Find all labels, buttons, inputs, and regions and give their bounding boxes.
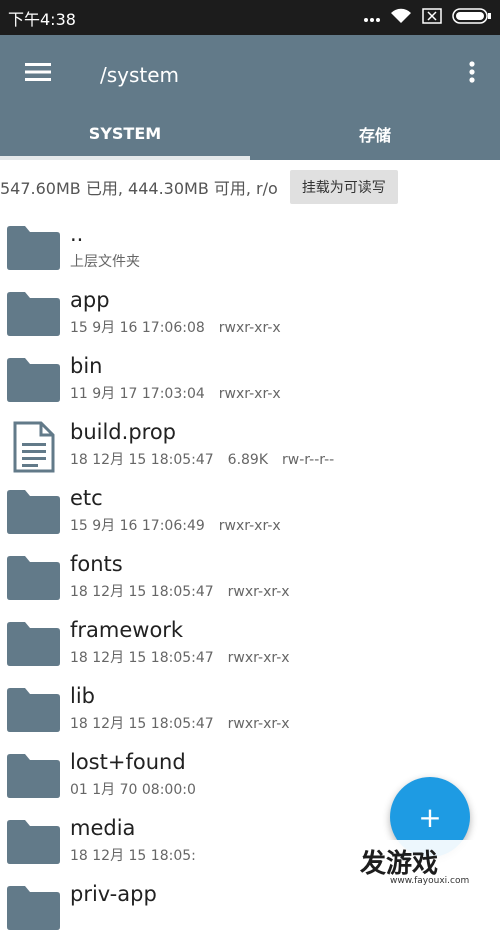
file-meta: 18 12月 15 18:05:47 rwxr-xr-x [70, 647, 304, 667]
menu-button[interactable] [14, 53, 62, 95]
folder-icon [5, 487, 62, 535]
file-size: 6.89K [227, 452, 269, 468]
file-list-item[interactable]: .. 上层文件夹 [0, 212, 500, 278]
file-name: media [70, 816, 136, 840]
watermark: 发游戏 www.fayouxi.com [290, 840, 500, 889]
file-perm: rwxr-xr-x [218, 386, 281, 402]
app-bar: /system SYSTEM 存储 [0, 35, 500, 160]
wifi-icon [390, 8, 412, 28]
file-date: 18 12月 15 18:05:47 [70, 584, 214, 600]
file-date: 15 9月 16 17:06:49 [70, 518, 205, 534]
folder-icon [5, 685, 62, 733]
file-list-item[interactable]: fonts 18 12月 15 18:05:47 rwxr-xr-x [0, 542, 500, 608]
file-name: build.prop [70, 420, 176, 444]
folder-icon [5, 751, 62, 799]
file-name: fonts [70, 552, 123, 576]
file-list-item[interactable]: build.prop 18 12月 15 18:05:47 6.89K rw-r--r… [0, 410, 500, 476]
storage-usage-text: 547.60MB 已用, 444.30MB 可用, r/o [0, 179, 278, 198]
dots-icon [364, 8, 380, 27]
file-perm: rwxr-xr-x [218, 518, 281, 534]
file-name: framework [70, 618, 184, 642]
file-meta: 15 9月 16 17:06:49 rwxr-xr-x [70, 515, 295, 535]
tab-label: SYSTEM [88, 124, 162, 143]
file-meta: 18 12月 15 18:05:47 6.89K rw-r--r-- [70, 449, 348, 469]
file-name: lib [70, 684, 95, 708]
folder-icon [5, 553, 62, 601]
file-name: .. [70, 222, 84, 246]
file-date: 18 12月 15 18:05: [70, 848, 196, 864]
battery-icon [452, 7, 492, 28]
folder-icon [5, 289, 62, 337]
watermark-title: 发游戏 [360, 849, 439, 879]
file-date: 01 1月 70 08:00:0 [70, 782, 196, 798]
file-perm: rwxr-xr-x [227, 716, 290, 732]
file-document-icon [5, 421, 62, 473]
file-name: etc [70, 486, 103, 510]
folder-icon [5, 223, 62, 271]
more-vert-icon [469, 61, 475, 87]
status-icons [364, 7, 492, 28]
file-list-item[interactable]: app 15 9月 16 17:06:08 rwxr-xr-x [0, 278, 500, 344]
file-meta: 18 12月 15 18:05: [70, 845, 210, 865]
file-name: priv-app [70, 882, 157, 906]
file-date: 15 9月 16 17:06:08 [70, 320, 205, 336]
folder-icon [5, 883, 62, 931]
path-title: /system [100, 63, 180, 87]
mount-rw-button[interactable]: 挂载为可读写 [289, 170, 398, 204]
plus-icon: + [418, 800, 442, 834]
file-date: 18 12月 15 18:05:47 [70, 716, 214, 732]
tab-system[interactable]: SYSTEM [0, 107, 250, 160]
tab-bar: SYSTEM 存储 [0, 107, 500, 160]
file-perm: rw-r--r-- [282, 452, 335, 468]
status-bar: 下午4:38 [0, 0, 500, 35]
sim-off-icon [422, 7, 442, 28]
storage-info-bar: 547.60MB 已用, 444.30MB 可用, r/o 挂载为可读写 [0, 162, 500, 212]
file-meta: 上层文件夹 [70, 251, 154, 271]
file-date: 11 9月 17 17:03:04 [70, 386, 205, 402]
file-perm: rwxr-xr-x [227, 650, 290, 666]
file-name: bin [70, 354, 103, 378]
tab-label: 存储 [358, 125, 391, 145]
status-time: 下午4:38 [8, 9, 76, 29]
file-list-item[interactable]: framework 18 12月 15 18:05:47 rwxr-xr-x [0, 608, 500, 674]
file-meta: 18 12月 15 18:05:47 rwxr-xr-x [70, 581, 304, 601]
file-date: 18 12月 15 18:05:47 [70, 650, 214, 666]
file-list-item[interactable]: bin 11 9月 17 17:03:04 rwxr-xr-x [0, 344, 500, 410]
file-meta: 11 9月 17 17:03:04 rwxr-xr-x [70, 383, 295, 403]
file-name: lost+found [70, 750, 186, 774]
watermark-url: www.fayouxi.com [390, 876, 470, 886]
file-meta: 18 12月 15 18:05:47 rwxr-xr-x [70, 713, 304, 733]
file-meta: 01 1月 70 08:00:0 [70, 779, 210, 799]
file-perm: rwxr-xr-x [218, 320, 281, 336]
file-list-item[interactable]: lib 18 12月 15 18:05:47 rwxr-xr-x [0, 674, 500, 740]
file-name: app [70, 288, 110, 312]
file-perm: rwxr-xr-x [227, 584, 290, 600]
folder-icon [5, 817, 62, 865]
hamburger-icon [25, 63, 51, 85]
file-date: 上层文件夹 [70, 254, 140, 270]
file-date: 18 12月 15 18:05:47 [70, 452, 214, 468]
file-meta: 15 9月 16 17:06:08 rwxr-xr-x [70, 317, 295, 337]
more-options-button[interactable] [458, 53, 486, 95]
tab-storage[interactable]: 存储 [250, 107, 500, 160]
folder-icon [5, 619, 62, 667]
folder-icon [5, 355, 62, 403]
file-list-item[interactable]: etc 15 9月 16 17:06:49 rwxr-xr-x [0, 476, 500, 542]
